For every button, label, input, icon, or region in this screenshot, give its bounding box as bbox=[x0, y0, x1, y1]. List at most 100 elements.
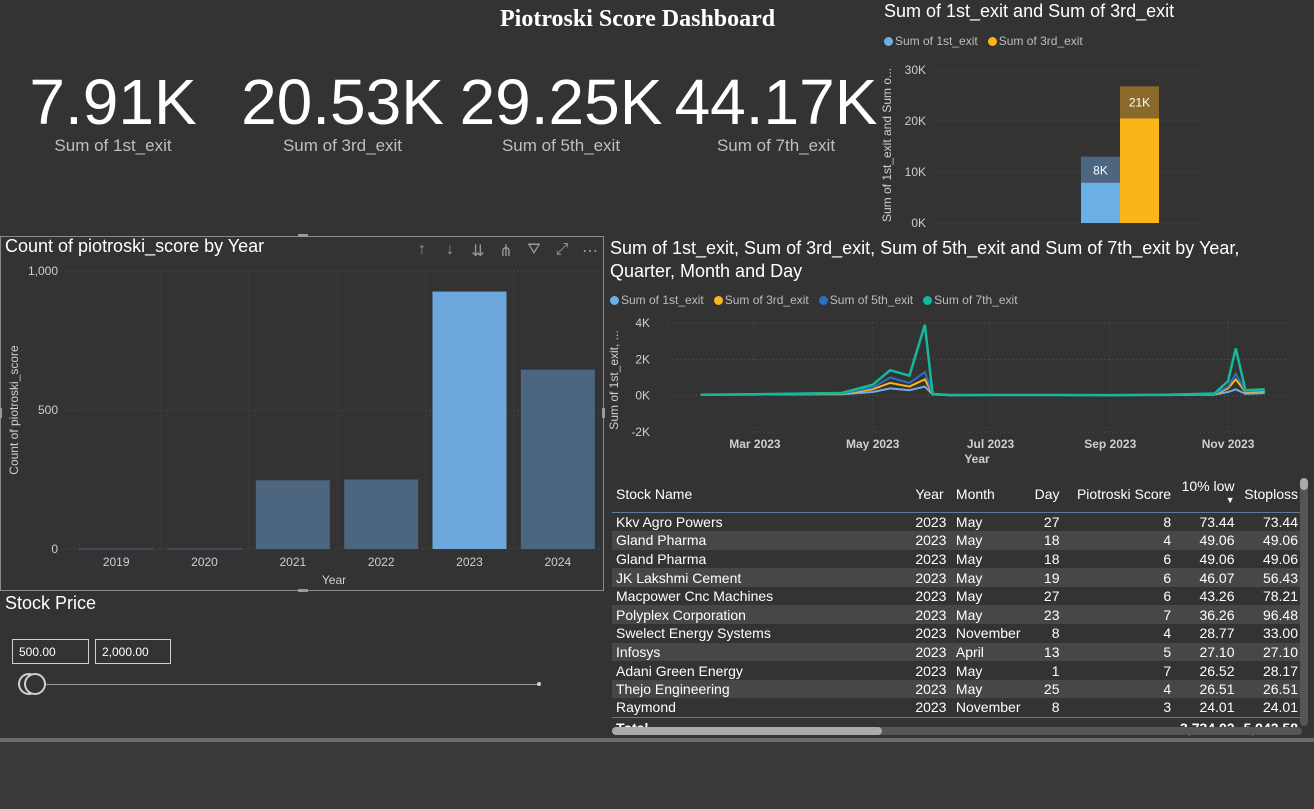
table-cell: Infosys bbox=[612, 642, 912, 662]
kpi-card-1st-exit[interactable]: 7.91K Sum of 1st_exit bbox=[28, 70, 198, 156]
table-cell: 96.48 bbox=[1238, 605, 1302, 625]
more-options-icon[interactable]: ⋯ bbox=[581, 241, 599, 261]
table-cell: May bbox=[955, 662, 983, 679]
legend-item[interactable]: Sum of 7th_exit bbox=[923, 293, 1018, 307]
table-cell: 8 bbox=[1051, 699, 1060, 716]
table-cell: May bbox=[951, 605, 1028, 625]
table-row[interactable]: Raymond 2023 November 8 3 24.01 24.01 bbox=[612, 698, 1302, 717]
table-cell: Thejo Engineering bbox=[612, 679, 912, 699]
table-cell: 4 bbox=[1163, 625, 1172, 642]
table-cell: 24.01 bbox=[1199, 699, 1235, 716]
table-horizontal-scroll-thumb[interactable] bbox=[612, 727, 882, 735]
y-tick-label: 0K bbox=[911, 216, 926, 230]
y-tick-label: 30K bbox=[905, 63, 926, 77]
table-row[interactable]: JK Lakshmi Cement 2023 May 19 6 46.07 56.43 bbox=[612, 568, 1302, 587]
legend-item[interactable]: Sum of 3rd_exit bbox=[987, 34, 1083, 48]
bar-2023 bbox=[432, 291, 507, 549]
table-row[interactable]: Gland Pharma 2023 May 18 4 49.06 49.06 bbox=[612, 531, 1302, 550]
expand-hierarchy-icon[interactable]: ⋔ bbox=[497, 241, 515, 261]
stock-table[interactable]: Stock Name Year Month Day Piotroski Scor… bbox=[612, 476, 1302, 740]
resize-handle[interactable] bbox=[298, 234, 308, 237]
table-cell: 6 bbox=[1163, 550, 1172, 567]
table-cell: 23 bbox=[1028, 605, 1064, 625]
table-cell: May bbox=[951, 531, 1028, 550]
filter-icon[interactable]: ⛛ bbox=[525, 241, 543, 261]
arrow-up-icon[interactable]: ↑ bbox=[413, 241, 431, 261]
y-tick-label: -2K bbox=[631, 425, 650, 439]
table-cell: Kkv Agro Powers bbox=[616, 514, 723, 531]
x-tick-label: 2019 bbox=[103, 555, 130, 569]
table-cell: 73.44 bbox=[1199, 514, 1235, 531]
focus-mode-icon[interactable]: ⤢ bbox=[553, 241, 571, 261]
kpi-card-3rd-exit[interactable]: 20.53K Sum of 3rd_exit bbox=[240, 70, 445, 156]
table-row[interactable]: Swelect Energy Systems 2023 November 8 4 28.7… bbox=[612, 624, 1302, 643]
y-tick-label: 20K bbox=[905, 114, 926, 128]
x-tick-label: 2024 bbox=[544, 555, 571, 569]
table-vertical-scroll-thumb[interactable] bbox=[1300, 478, 1308, 490]
bar-3rd-exit bbox=[1120, 118, 1159, 223]
y-tick-label: 10K bbox=[905, 165, 926, 179]
col-header-day[interactable]: Day bbox=[1028, 476, 1064, 513]
table-cell: 78.21 bbox=[1262, 588, 1298, 605]
stacked-chart-title: Sum of 1st_exit and Sum of 3rd_exit bbox=[884, 1, 1175, 21]
table-cell: 28.77 bbox=[1199, 625, 1235, 642]
col-header-year[interactable]: Year bbox=[911, 476, 952, 513]
table-cell: 8 bbox=[1163, 514, 1172, 531]
legend-item[interactable]: Sum of 1st_exit bbox=[610, 293, 704, 307]
table-cell: JK Lakshmi Cement bbox=[612, 568, 912, 587]
x-tick-label: Nov 2023 bbox=[1202, 437, 1255, 451]
legend-item[interactable]: Sum of 5th_exit bbox=[818, 293, 913, 307]
table-cell: November bbox=[955, 699, 1021, 716]
count-bar-chart: Count of piotroski_score Year 1,0005000 … bbox=[7, 264, 602, 587]
kpi-card-5th-exit[interactable]: 29.25K Sum of 5th_exit bbox=[458, 70, 664, 156]
table-cell: 49.06 bbox=[1175, 531, 1239, 550]
table-row[interactable]: Kkv Agro Powers 2023 May 27 8 73.44 73.44 bbox=[612, 513, 1302, 532]
kpi-value: 44.17K bbox=[674, 66, 878, 138]
col-header-piotroski-score[interactable]: Piotroski Score bbox=[1063, 476, 1176, 513]
col-header-stock-name[interactable]: Stock Name bbox=[612, 476, 912, 513]
table-cell: Gland Pharma bbox=[612, 531, 912, 550]
table-row[interactable]: Thejo Engineering 2023 May 25 4 26.51 26.51 bbox=[612, 679, 1302, 699]
table-row[interactable]: Adani Green Energy 2023 May 1 7 26.52 28.17 bbox=[612, 661, 1302, 680]
kpi-card-7th-exit[interactable]: 44.17K Sum of 7th_exit bbox=[672, 70, 880, 156]
line-chart-legend: Sum of 1st_exit Sum of 3rd_exit Sum of 5… bbox=[610, 293, 1022, 307]
slicer-max-input[interactable]: 2,000.00 bbox=[95, 639, 171, 664]
slicer-min-input[interactable]: 500.00 bbox=[12, 639, 89, 664]
table-cell: 27.10 bbox=[1175, 642, 1239, 662]
bar-2019 bbox=[79, 548, 154, 550]
table-row[interactable]: Gland Pharma 2023 May 18 6 49.06 49.06 bbox=[612, 550, 1302, 569]
bar-2020 bbox=[167, 548, 242, 550]
table-cell: 4 bbox=[1063, 679, 1176, 699]
y-tick-label: 0 bbox=[51, 542, 58, 556]
slider-max-handle[interactable] bbox=[24, 673, 46, 695]
table-cell: 6 bbox=[1063, 568, 1176, 587]
table-cell: 25 bbox=[1028, 679, 1064, 699]
slider-track[interactable] bbox=[40, 684, 540, 685]
col-header-stoploss[interactable]: Stoploss bbox=[1238, 476, 1302, 513]
table-cell: 2023 bbox=[915, 550, 947, 567]
table-cell: 2023 bbox=[911, 679, 952, 699]
line-y-axis-label: Sum of 1st_exit, ... bbox=[607, 330, 621, 429]
table-cell: Macpower Cnc Machines bbox=[616, 588, 774, 605]
table-row[interactable]: Infosys 2023 April 13 5 27.10 27.10 bbox=[612, 642, 1302, 662]
table-row[interactable]: Macpower Cnc Machines 2023 May 27 6 43.26 78.2… bbox=[612, 587, 1302, 606]
x-tick-label: Sep 2023 bbox=[1084, 437, 1136, 451]
series-line-4 bbox=[700, 324, 1265, 397]
line-chart-title-line1: Sum of 1st_exit, Sum of 3rd_exit, Sum of… bbox=[610, 238, 1240, 258]
arrow-down-icon[interactable]: ↓ bbox=[441, 241, 459, 261]
table-cell: 2023 bbox=[915, 662, 947, 679]
table-vertical-scrollbar[interactable] bbox=[1300, 478, 1308, 726]
col-header-month[interactable]: Month bbox=[951, 476, 1028, 513]
legend-dot-icon bbox=[884, 37, 893, 47]
y-tick-label: 1,000 bbox=[28, 264, 58, 278]
col-header-10-low[interactable]: 10% low ▼ bbox=[1175, 476, 1239, 513]
table-cell: 43.26 bbox=[1199, 588, 1235, 605]
table-row[interactable]: Polyplex Corporation 2023 May 23 7 36.26 96.48 bbox=[612, 605, 1302, 625]
table-cell: 2023 bbox=[911, 568, 952, 587]
double-arrow-down-icon[interactable]: ⇊ bbox=[469, 241, 487, 261]
slider-end bbox=[537, 682, 541, 686]
x-tick-label: Mar 2023 bbox=[729, 437, 781, 451]
legend-item[interactable]: Sum of 1st_exit bbox=[884, 34, 978, 48]
y-tick-label: 2K bbox=[635, 352, 650, 366]
legend-item[interactable]: Sum of 3rd_exit bbox=[713, 293, 809, 307]
